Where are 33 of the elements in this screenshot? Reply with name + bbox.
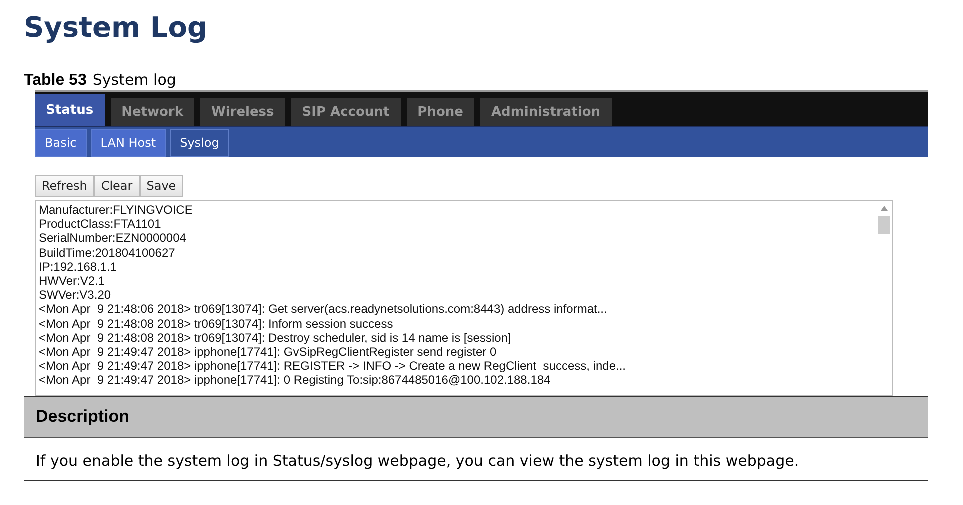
log-line: Manufacturer:FLYINGVOICE	[39, 203, 194, 218]
main-tab[interactable]: Status	[35, 94, 105, 126]
log-line: <Mon Apr 9 21:48:06 2018> tr069[13074]: Get server(acs.readynetsolutions.com:8443) address informat...	[39, 302, 608, 317]
sub-tab[interactable]: LAN Host	[90, 129, 166, 157]
log-line: SerialNumber:EZN0000004	[39, 231, 188, 246]
log-line: <Mon Apr 9 21:49:47 2018> ipphone[17741]: REGISTER -> INFO -> Create a new RegClient success, inde...	[39, 359, 627, 374]
sub-tab[interactable]: Syslog	[170, 129, 230, 157]
main-tab[interactable]: Network	[110, 98, 194, 126]
log-line: <Mon Apr 9 21:48:08 2018> tr069[13074]: Destroy scheduler, sid is 14 name is [session]	[39, 330, 512, 346]
log-line: <Mon Apr 9 21:48:08 2018> tr069[13074]: Inform session success	[39, 316, 394, 331]
log-line: BuildTime:201804100627	[39, 246, 176, 260]
table-label: Table 53	[24, 72, 87, 89]
description-text: If you enable the system log in Status/syslog webpage, you can view the system log in this webpage.	[24, 438, 928, 481]
log-line: IP:192.168.1.1	[39, 260, 118, 274]
main-tab[interactable]: Wireless	[200, 98, 286, 126]
main-tab[interactable]: Phone	[406, 98, 474, 126]
log-line: SWVer:V3.20	[39, 288, 112, 302]
scroll-up-icon[interactable]	[880, 206, 888, 211]
sub-tab[interactable]: Basic	[35, 129, 87, 157]
log-area[interactable]	[35, 200, 893, 396]
main-tab[interactable]: Administration	[480, 98, 612, 126]
log-line: ProductClass:FTA1101	[39, 217, 162, 232]
scrollbar-thumb[interactable]	[878, 216, 890, 234]
action-button[interactable]: Clear	[94, 175, 140, 197]
log-line: <Mon Apr 9 21:49:47 2018> ipphone[17741]: GvSipRegClientRegister send register 0	[39, 345, 498, 360]
main-tab[interactable]: SIP Account	[291, 98, 401, 126]
table-caption: System log	[92, 71, 176, 89]
action-button[interactable]: Refresh	[35, 175, 94, 197]
page-heading: System Log	[24, 10, 209, 46]
log-line: HWVer:V2.1	[39, 274, 106, 288]
action-button[interactable]: Save	[140, 175, 184, 197]
log-line: <Mon Apr 9 21:49:47 2018> ipphone[17741]: 0 Registing To:sip:8674485016@100.102.188.184	[39, 373, 552, 388]
description-header: Description	[24, 396, 928, 438]
